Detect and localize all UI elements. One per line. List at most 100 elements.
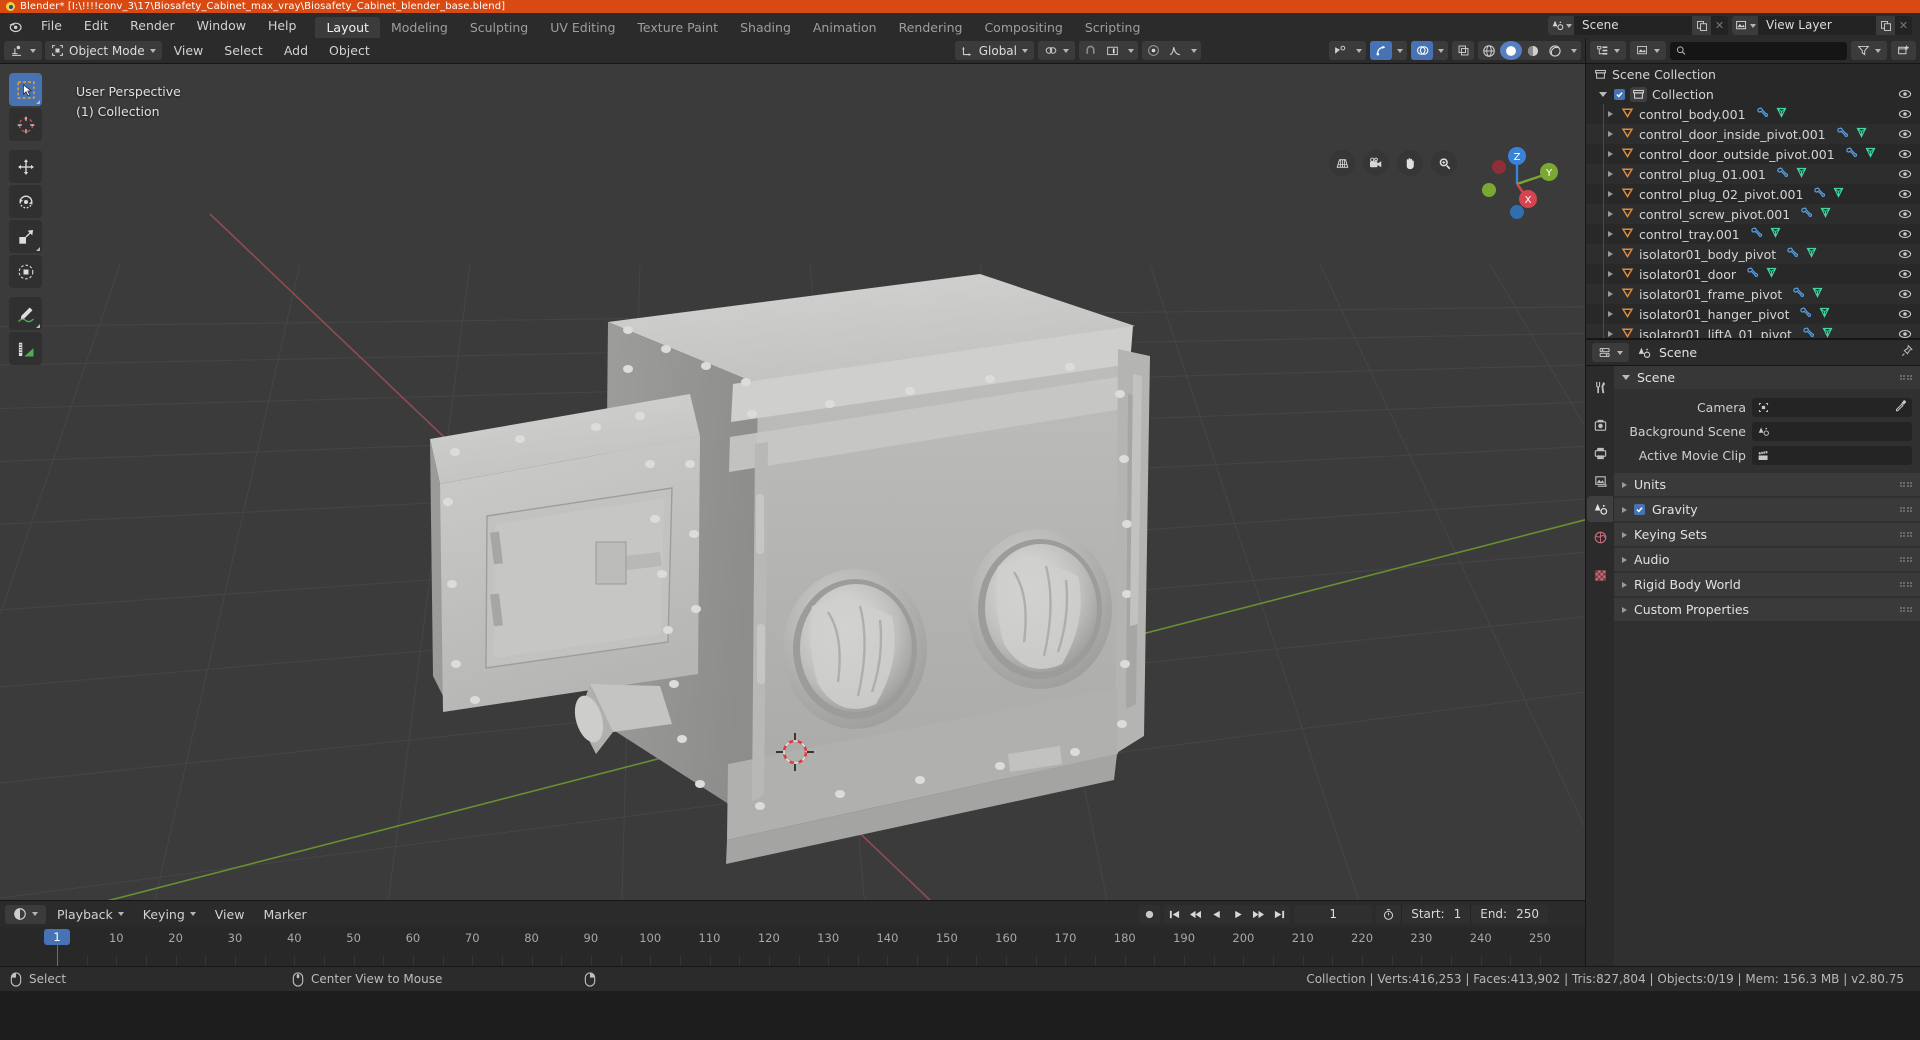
falloff-curve-icon[interactable] (1164, 41, 1186, 60)
menu-help[interactable]: Help (257, 13, 308, 38)
viewport-menu-add[interactable]: Add (275, 41, 317, 60)
menu-window[interactable]: Window (186, 13, 257, 38)
tab-sculpting[interactable]: Sculpting (459, 17, 539, 38)
frame-end-field[interactable]: End: 250 (1471, 905, 1548, 924)
scale-tool[interactable] (9, 220, 42, 253)
modifier-icon[interactable] (1845, 146, 1858, 162)
mesh-data-icon[interactable] (1832, 186, 1845, 202)
menu-render[interactable]: Render (119, 13, 186, 38)
move-tool[interactable] (9, 150, 42, 183)
panel-expand-triangle[interactable] (1622, 581, 1627, 588)
tweak-select-box-tool[interactable] (9, 73, 42, 106)
object-expand-triangle[interactable] (1608, 331, 1613, 337)
outliner-object-row[interactable]: isolator01_liftA_01_pivot (1586, 324, 1920, 338)
scene-panel-header[interactable]: Scene (1614, 366, 1920, 389)
outliner-object-row[interactable]: control_door_inside_pivot.001 (1586, 124, 1920, 144)
mesh-data-icon[interactable] (1811, 286, 1824, 302)
panel-checkbox[interactable] (1634, 504, 1645, 515)
outliner-row-scene-collection[interactable]: Scene Collection (1586, 64, 1920, 84)
current-frame-field[interactable]: 1 (1294, 904, 1373, 924)
outliner-object-row[interactable]: control_plug_01.001 (1586, 164, 1920, 184)
collapsed-panel-audio[interactable]: Audio (1614, 548, 1920, 571)
modifier-icon[interactable] (1786, 246, 1799, 262)
outliner-object-row[interactable]: isolator01_frame_pivot (1586, 284, 1920, 304)
timeline-menu-playback[interactable]: Playback (49, 905, 132, 924)
jump-to-start-icon[interactable] (1164, 905, 1185, 924)
zoom-magnifier-icon[interactable] (1431, 150, 1457, 176)
view-layer-tab[interactable] (1587, 468, 1613, 494)
mesh-data-icon[interactable] (1855, 126, 1868, 142)
new-scene-button[interactable] (1692, 16, 1711, 35)
modifier-icon[interactable] (1836, 126, 1849, 142)
object-visibility-eye-icon[interactable] (1898, 327, 1912, 338)
modifier-icon[interactable] (1776, 166, 1789, 182)
object-visibility-eye-icon[interactable] (1898, 147, 1912, 164)
collapsed-panel-gravity[interactable]: Gravity (1614, 498, 1920, 521)
shading-dropdown[interactable] (1566, 41, 1581, 60)
tab-uv-editing[interactable]: UV Editing (539, 17, 626, 38)
timeline-playhead[interactable]: 1 (44, 929, 70, 945)
tab-rendering[interactable]: Rendering (888, 17, 974, 38)
collection-visibility-eye-icon[interactable] (1898, 87, 1912, 104)
outliner-object-row[interactable]: control_door_outside_pivot.001 (1586, 144, 1920, 164)
object-visibility-icon[interactable] (1329, 41, 1351, 60)
remove-view-layer-button[interactable]: ✕ (1895, 16, 1912, 35)
transform-orientation-selector[interactable]: Global (954, 41, 1034, 60)
object-visibility-eye-icon[interactable] (1898, 187, 1912, 204)
object-expand-triangle[interactable] (1608, 191, 1613, 197)
outliner-object-row[interactable]: isolator01_door (1586, 264, 1920, 284)
view-layer-icon[interactable] (1732, 16, 1758, 35)
viewport-3d[interactable]: User Perspective (1) Collection Z Y X (0, 64, 1585, 900)
new-collection-button[interactable] (1891, 41, 1916, 60)
outliner-display-mode-button[interactable] (1590, 41, 1626, 60)
render-tab[interactable] (1587, 412, 1613, 438)
jump-to-end-icon[interactable] (1269, 905, 1290, 924)
object-visibility-eye-icon[interactable] (1898, 107, 1912, 124)
mesh-data-icon[interactable] (1795, 166, 1808, 182)
modifier-icon[interactable] (1802, 326, 1815, 338)
tool-tab[interactable] (1587, 374, 1613, 400)
view-layer-name[interactable]: View Layer (1758, 16, 1876, 35)
object-expand-triangle[interactable] (1608, 171, 1613, 177)
viewport-menu-object[interactable]: Object (320, 41, 379, 60)
object-expand-triangle[interactable] (1608, 271, 1613, 277)
use-preview-range-icon[interactable] (1376, 904, 1403, 924)
rendered-shading-icon[interactable] (1544, 41, 1566, 60)
proportional-dropdown[interactable] (1186, 41, 1201, 60)
object-visibility-eye-icon[interactable] (1898, 307, 1912, 324)
gizmo-dropdown[interactable] (1392, 41, 1407, 60)
outliner-object-row[interactable]: isolator01_hanger_pivot (1586, 304, 1920, 324)
toggle-xray-icon[interactable] (1452, 41, 1474, 60)
object-expand-triangle[interactable] (1608, 111, 1613, 117)
output-tab[interactable] (1587, 440, 1613, 466)
tab-texture-paint[interactable]: Texture Paint (626, 17, 729, 38)
transform-tool[interactable] (9, 255, 42, 288)
measure-tool[interactable] (9, 332, 42, 365)
camera-eyedropper-icon[interactable] (1894, 399, 1907, 416)
tab-modeling[interactable]: Modeling (380, 17, 459, 38)
properties-editor-type-button[interactable] (1592, 343, 1629, 362)
object-expand-triangle[interactable] (1608, 151, 1613, 157)
panel-expand-triangle[interactable] (1622, 531, 1627, 538)
view-layer-selector[interactable]: View Layer ✕ (1732, 16, 1912, 35)
object-visibility-eye-icon[interactable] (1898, 127, 1912, 144)
outliner-row-collection[interactable]: Collection (1586, 84, 1920, 104)
viewport-menu-select[interactable]: Select (215, 41, 272, 60)
object-expand-triangle[interactable] (1608, 211, 1613, 217)
tab-layout[interactable]: Layout (315, 17, 380, 38)
tab-scripting[interactable]: Scripting (1074, 17, 1152, 38)
snap-target-icon[interactable] (1101, 41, 1123, 60)
camera-field[interactable] (1752, 397, 1912, 417)
outliner-tree[interactable]: Scene Collection Collection control_body… (1586, 64, 1920, 338)
unlink-scene-button[interactable]: ✕ (1711, 16, 1728, 35)
show-overlays-icon[interactable] (1411, 41, 1433, 60)
panel-expand-triangle[interactable] (1622, 556, 1627, 563)
snap-magnet-icon[interactable] (1079, 41, 1101, 60)
outliner-object-row[interactable]: control_body.001 (1586, 104, 1920, 124)
collection-checkbox[interactable] (1614, 88, 1625, 100)
outliner-object-row[interactable]: isolator01_body_pivot (1586, 244, 1920, 264)
solid-shading-icon[interactable] (1500, 41, 1522, 60)
frame-start-field[interactable]: Start: 1 (1402, 904, 1472, 924)
outliner-search-box[interactable] (1670, 41, 1847, 60)
object-mode-selector[interactable]: Object Mode (45, 41, 162, 60)
